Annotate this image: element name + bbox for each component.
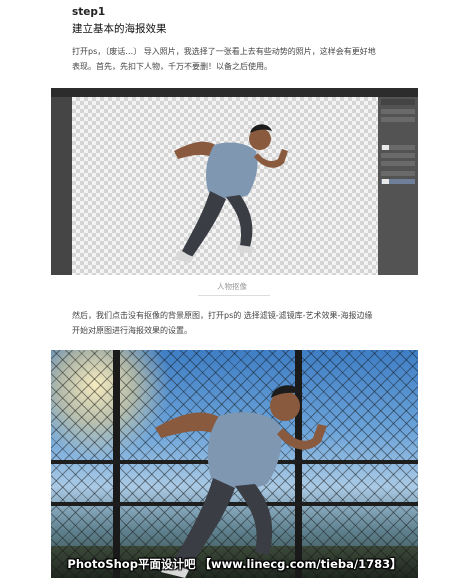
- second-line-1: 然后，我们点击没有抠像的背景原图，打开ps的 选择滤镜-滤镜库-艺术效果-海报边…: [72, 311, 373, 320]
- cutout-runner-image: [174, 124, 288, 263]
- intro-line-1: 打开ps，〔废话…〕 导入照片，我选择了一张看上去有些动势的照片，这样会有更好地: [72, 47, 376, 56]
- layer-row[interactable]: [381, 171, 415, 176]
- fence-post: [113, 350, 120, 578]
- layer-row[interactable]: [381, 161, 415, 166]
- section-heading: 建立基本的海报效果: [72, 23, 167, 35]
- runner-photo: [51, 350, 418, 578]
- second-paragraph: 然后，我们点击没有抠像的背景原图，打开ps的 选择滤镜-滤镜库-艺术效果-海报边…: [72, 308, 412, 338]
- second-line-2: 开始对原图进行海报效果的设置。: [72, 326, 192, 335]
- ps-menu-bar: [51, 88, 418, 97]
- ps-tool-bar: [51, 97, 72, 275]
- intro-line-2: 表现。首先，先扣下人物，千万不要删！以备之后使用。: [72, 62, 272, 71]
- step-label: step1: [72, 6, 106, 18]
- image-caption: 人物抠像: [217, 282, 247, 291]
- photoshop-layers-panel-icon: [381, 99, 415, 105]
- layers-panel: [378, 97, 418, 275]
- runner-figure: [155, 385, 327, 578]
- caption-divider: [198, 295, 270, 296]
- photoshop-screenshot: [51, 88, 418, 275]
- intro-paragraph: 打开ps，〔废话…〕 导入照片，我选择了一张看上去有些动势的照片，这样会有更好地…: [72, 44, 412, 74]
- layer-thumbnail: [382, 145, 389, 150]
- watermark-banner: PhotoShop平面设计吧 【www.linecg.com/tieba/178…: [67, 557, 402, 571]
- ps-canvas-transparent: [72, 97, 378, 275]
- layer-row[interactable]: [381, 153, 415, 158]
- layer-thumbnail: [382, 179, 389, 184]
- layer-row[interactable]: [381, 109, 415, 114]
- layer-row[interactable]: [381, 117, 415, 122]
